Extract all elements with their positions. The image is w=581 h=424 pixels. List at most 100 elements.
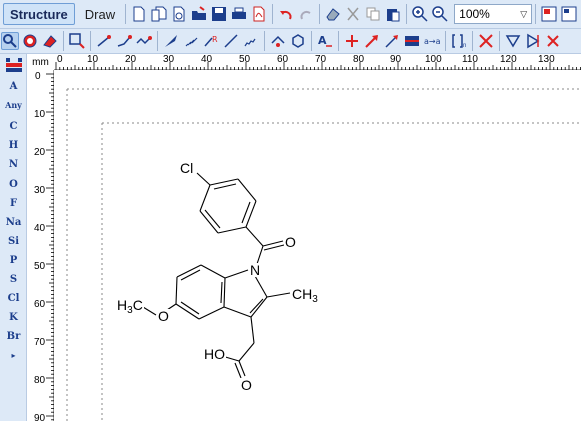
line-icon[interactable] [222, 32, 240, 50]
table-icon[interactable] [403, 32, 421, 50]
element-n[interactable]: N [0, 155, 27, 173]
element-s[interactable]: S [0, 270, 27, 288]
erase-icon[interactable] [324, 5, 342, 23]
structure-tab[interactable]: Structure [3, 3, 75, 25]
acid-carbonyl-oxygen-atom[interactable]: O [240, 378, 253, 392]
hruler-label: 20 [125, 54, 137, 65]
element-si[interactable]: Si [0, 232, 27, 250]
methyl-label: CH [292, 286, 313, 302]
methyl-group[interactable]: CH3 [291, 286, 319, 305]
hruler-label: 80 [353, 54, 365, 65]
methoxy-oxygen-atom[interactable]: O [157, 309, 170, 323]
arrow-icon[interactable] [363, 32, 381, 50]
template-ring-icon[interactable] [289, 32, 307, 50]
separator [63, 31, 64, 51]
new-document-icon[interactable] [130, 5, 148, 23]
element-palette: A Any C H N O F Na Si P S Cl K Br ▸ [0, 54, 27, 421]
map-atoms-icon[interactable]: a→a [423, 32, 441, 50]
single-bond-icon[interactable] [95, 32, 113, 50]
structure-window-icon[interactable] [540, 5, 558, 23]
print-icon[interactable] [230, 5, 248, 23]
methoxy-methyl-group[interactable]: H3C [116, 297, 144, 316]
wedge-bond-icon[interactable] [162, 32, 180, 50]
separator [319, 4, 321, 24]
open-icon[interactable] [190, 5, 208, 23]
methoxy-c: C [132, 297, 143, 313]
element-k[interactable]: K [0, 308, 27, 326]
hydroxyl-group[interactable]: HO [203, 347, 226, 361]
element-a[interactable]: A [0, 77, 27, 95]
wavy-bond-icon[interactable] [242, 32, 260, 50]
separator [125, 4, 127, 24]
vruler-label: 20 [34, 147, 46, 158]
paste-icon[interactable] [384, 5, 402, 23]
flip-vertical-icon[interactable] [504, 32, 522, 50]
zoom-out-icon[interactable] [431, 5, 449, 23]
hruler-label: 0 [57, 54, 63, 65]
horizontal-ruler: 0 10 20 30 40 50 60 70 80 90 100 110 120… [54, 54, 581, 70]
separator [157, 31, 158, 51]
export-pdf-icon[interactable] [250, 5, 268, 23]
more-elements-icon[interactable]: ▸ [0, 346, 27, 364]
periodic-table-icon[interactable] [0, 56, 27, 74]
nitrogen-atom[interactable]: N [249, 263, 262, 277]
element-cl[interactable]: Cl [0, 289, 27, 307]
flip-horizontal-icon[interactable] [524, 32, 542, 50]
hashed-bond-icon[interactable] [182, 32, 200, 50]
zoom-select[interactable]: 100% ▽ [454, 4, 533, 24]
chain-icon[interactable] [135, 32, 153, 50]
hruler-label: 10 [87, 54, 99, 65]
chlorine-atom[interactable]: Cl [179, 161, 195, 175]
zoom-in-icon[interactable] [411, 5, 429, 23]
separator [472, 31, 473, 51]
element-p[interactable]: P [0, 251, 27, 269]
copy-icon[interactable] [364, 5, 382, 23]
element-c[interactable]: C [0, 117, 27, 135]
separator [338, 31, 339, 51]
main-toolbar: Structure Draw 100% ▽ [0, 0, 581, 29]
bond-angle-icon[interactable] [115, 32, 133, 50]
redo-icon[interactable] [297, 5, 315, 23]
element-h[interactable]: H [0, 136, 27, 154]
template-icon[interactable] [170, 5, 188, 23]
plus-charge-icon[interactable] [343, 32, 361, 50]
rotate-icon[interactable] [544, 32, 562, 50]
atom-label-icon[interactable]: A [316, 32, 334, 50]
drawing-canvas[interactable]: Cl O N CH3 O H3C HO O [55, 71, 581, 421]
separator [272, 4, 274, 24]
bracket-icon[interactable]: n [450, 32, 468, 50]
r-group-bond-icon[interactable]: R [202, 32, 220, 50]
lasso-icon[interactable] [21, 32, 39, 50]
eraser-tool-icon[interactable] [41, 32, 59, 50]
layout-icon[interactable] [560, 5, 578, 23]
element-na[interactable]: Na [0, 213, 27, 231]
carbonyl-oxygen-atom[interactable]: O [284, 235, 297, 249]
draw-tab[interactable]: Draw [78, 3, 122, 25]
clean-structure-icon[interactable] [477, 32, 495, 50]
element-f[interactable]: F [0, 194, 27, 212]
reaction-arrow-icon[interactable] [383, 32, 401, 50]
vruler-label: 80 [34, 375, 46, 386]
vruler-label: 70 [34, 337, 46, 348]
new-window-icon[interactable] [150, 5, 168, 23]
hruler-label: 100 [425, 54, 442, 65]
hruler-label: 90 [390, 54, 402, 65]
element-br[interactable]: Br [0, 327, 27, 345]
rectangle-select-icon[interactable] [68, 32, 86, 50]
element-o[interactable]: O [0, 175, 27, 193]
svg-text:n: n [463, 43, 466, 49]
element-any[interactable]: Any [0, 96, 27, 114]
hruler-label: 40 [201, 54, 213, 65]
save-icon[interactable] [210, 5, 228, 23]
select-icon[interactable] [1, 32, 19, 50]
methyl-subscript: 3 [312, 294, 318, 305]
undo-icon[interactable] [277, 5, 295, 23]
hruler-label: 30 [163, 54, 175, 65]
vertical-ruler: 0 10 20 30 40 50 60 70 80 90 [27, 70, 54, 424]
separator [445, 31, 446, 51]
cut-icon[interactable] [344, 5, 362, 23]
methoxy-h: H [117, 297, 128, 313]
vruler-label: 60 [34, 299, 46, 310]
separator [311, 31, 312, 51]
ring-icon[interactable] [269, 32, 287, 50]
